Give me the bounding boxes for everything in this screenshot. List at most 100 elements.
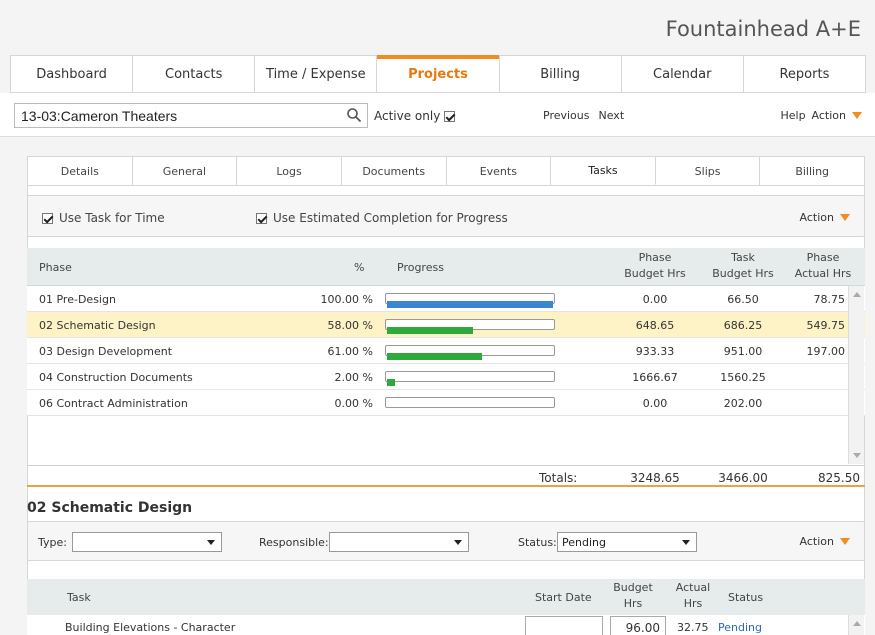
phase-totals-row: Totals: 3248.65 3466.00 825.50 [27,465,865,487]
task-table-header: Task Start Date Budget Hrs Actual Hrs St… [27,579,865,615]
status-select[interactable]: Pending [557,532,697,552]
phase-percent: 0.00 % [334,397,373,410]
task-table-scrollbar[interactable] [848,615,864,635]
chevron-down-icon [207,540,215,545]
phase-budget-hrs: 0.00 [642,293,668,306]
phase-rows: 01 Pre-Design 100.00 % 0.00 66.50 78.75 02 Sc… [27,286,865,416]
phase-row[interactable]: 03 Design Development 61.00 % 933.33 951.00… [27,338,865,364]
caret-down-icon [840,214,850,221]
responsible-select[interactable] [329,532,469,552]
status-select-value: Pending [562,536,606,549]
col-phase-actual-2: Actual Hrs [794,267,852,280]
active-only-toggle[interactable]: Active only [374,109,456,123]
task-budget-hrs: 1560.25 [720,371,766,384]
actual-hrs: 32.75 [677,621,709,634]
options-action-label: Action [799,211,834,224]
filter-action-label: Action [799,535,834,548]
tab-calendar[interactable]: Calendar [622,56,744,92]
previous-link[interactable]: Previous [543,109,590,122]
phase-table-scrollbar[interactable] [848,286,864,464]
filter-action-menu[interactable]: Action [800,535,850,548]
main-nav-tabs: Dashboard Contacts Time / Expense Projec… [10,55,866,93]
use-estimated-completion-option[interactable]: Use Estimated Completion for Progress [256,211,508,225]
phase-percent: 61.00 % [327,345,373,358]
use-estimated-completion-checkbox[interactable] [256,212,267,224]
subtab-general[interactable]: General [133,157,238,185]
phase-name: 04 Construction Documents [39,371,193,384]
phase-row[interactable]: 06 Contract Administration 0.00 % 0.00 202.… [27,390,865,416]
task-row[interactable]: Building Elevations - Character 96.00 32… [27,615,865,635]
tab-projects[interactable]: Projects [377,55,500,92]
active-only-checkbox[interactable] [444,110,456,122]
next-link[interactable]: Next [599,109,625,122]
tab-dashboard[interactable]: Dashboard [11,56,134,92]
tab-reports[interactable]: Reports [744,56,865,92]
search-icon[interactable] [346,107,362,123]
phase-percent: 2.00 % [334,371,373,384]
scroll-up-icon[interactable] [853,292,861,297]
options-action-menu[interactable]: Action [800,211,850,224]
help-action-group: Help Action [780,109,862,122]
progress-bar [385,397,555,408]
task-filter-box: Type: Responsible: Status: Pending Actio… [27,521,865,561]
budget-hrs-input[interactable]: 96.00 [610,616,666,635]
caret-down-icon [840,538,850,545]
phase-percent: 100.00 % [320,293,373,306]
use-estimated-completion-label: Use Estimated Completion for Progress [273,211,508,225]
col-phase-actual-1: Phase [806,251,840,264]
phase-budget-hrs: 1666.67 [632,371,678,384]
project-sub-tabs: Details General Logs Documents Events Ta… [27,156,865,186]
subtab-tasks[interactable]: Tasks [551,157,656,185]
phase-percent: 58.00 % [327,319,373,332]
phase-budget-hrs: 0.00 [642,397,668,410]
task-budget-hrs: 686.25 [723,319,763,332]
tab-billing[interactable]: Billing [500,56,622,92]
type-select[interactable] [72,532,222,552]
col-progress: Progress [397,261,444,274]
phase-table-header: Phase % Progress Phase Budget Hrs Task B… [27,248,865,286]
col-phase-budget-2: Budget Hrs [624,267,686,280]
subtab-documents[interactable]: Documents [342,157,447,185]
scroll-down-icon[interactable] [853,453,861,458]
responsible-label: Responsible: [259,536,329,549]
subtab-events[interactable]: Events [447,157,552,185]
tab-time-expense[interactable]: Time / Expense [255,56,378,92]
task-name: Building Elevations - Character [65,621,236,634]
task-table: Task Start Date Budget Hrs Actual Hrs St… [27,579,865,635]
col-status: Status [728,591,764,604]
progress-bar-fill [387,379,395,386]
task-options-box: Use Task for Time Use Estimated Completi… [27,195,865,237]
project-search-bar: 13-03:Cameron Theaters Active only Previ… [0,93,875,137]
start-date-input[interactable] [525,616,603,635]
header-action-menu[interactable]: Action [812,109,846,122]
progress-bar [385,371,555,386]
phase-table: Phase % Progress Phase Budget Hrs Task B… [27,248,865,416]
use-task-for-time-option[interactable]: Use Task for Time [42,211,165,225]
caret-down-icon[interactable] [852,112,862,119]
chevron-down-icon [682,540,690,545]
subtab-logs[interactable]: Logs [237,157,342,185]
selected-phase-title: 02 Schematic Design [27,500,193,516]
col-actual-1: Actual [675,581,711,594]
help-link[interactable]: Help [780,109,805,122]
col-budget-2: Hrs [623,597,643,610]
chevron-down-icon [454,540,462,545]
phase-row[interactable]: 04 Construction Documents 2.00 % 1666.67 15… [27,364,865,390]
subtab-details[interactable]: Details [28,157,133,185]
subtab-slips[interactable]: Slips [656,157,761,185]
col-actual-2: Hrs [683,597,703,610]
phase-row[interactable]: 02 Schematic Design 58.00 % 648.65 686.25 54… [27,312,865,338]
project-input[interactable]: 13-03:Cameron Theaters [14,103,368,128]
col-task: Task [67,591,91,604]
task-status-link[interactable]: Pending [718,621,762,634]
totals-label: Totals: [539,471,578,485]
phase-budget-hrs: 933.33 [635,345,675,358]
progress-bar [385,345,555,360]
phase-row[interactable]: 01 Pre-Design 100.00 % 0.00 66.50 78.75 [27,286,865,312]
subtab-billing[interactable]: Billing [760,157,864,185]
phase-name: 06 Contract Administration [39,397,188,410]
tab-contacts[interactable]: Contacts [133,56,256,92]
phase-name: 03 Design Development [39,345,173,358]
scroll-up-icon[interactable] [853,621,861,626]
use-task-for-time-checkbox[interactable] [42,212,53,224]
